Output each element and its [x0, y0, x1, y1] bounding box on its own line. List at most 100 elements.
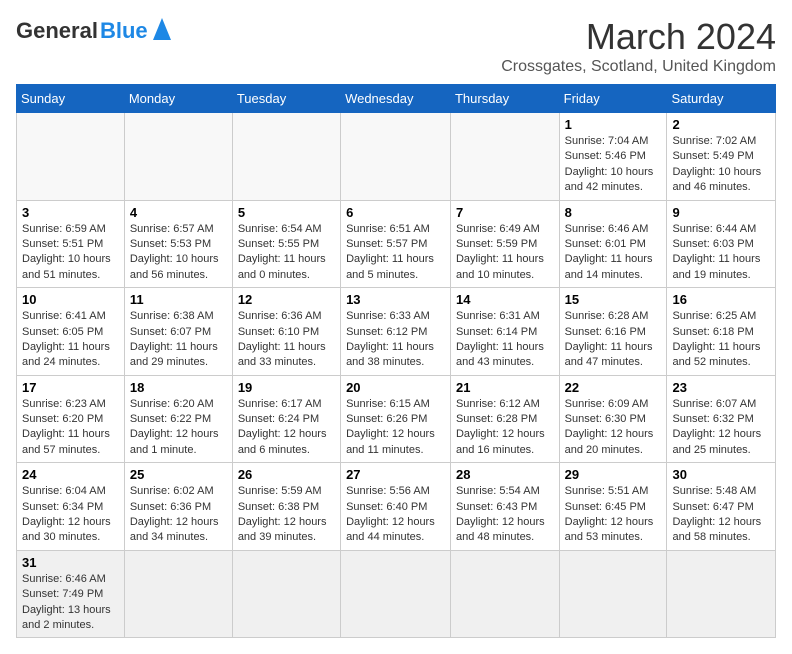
calendar-week-row: 17 Sunrise: 6:23 AM Sunset: 6:20 PM Dayli…	[17, 375, 776, 463]
calendar-cell: 3Sunrise: 6:59 AM Sunset: 5:51 PM Daylig…	[17, 200, 125, 288]
calendar-cell: 6 Sunrise: 6:51 AM Sunset: 5:57 PM Daylig…	[341, 200, 451, 288]
day-number: 29	[565, 467, 662, 482]
calendar-cell: 10Sunrise: 6:41 AM Sunset: 6:05 PM Dayli…	[17, 288, 125, 376]
calendar-cell: 21 Sunrise: 6:12 AM Sunset: 6:28 PM Dayli…	[450, 375, 559, 463]
calendar-cell	[341, 113, 451, 201]
calendar-cell: 28 Sunrise: 5:54 AM Sunset: 6:43 PM Dayli…	[450, 463, 559, 551]
day-number: 18	[130, 380, 227, 395]
day-number: 16	[672, 292, 770, 307]
day-info: Sunrise: 6:44 AM Sunset: 6:03 PM Dayligh…	[672, 222, 770, 284]
logo-blue-text: Blue	[100, 18, 148, 44]
day-info: Sunrise: 6:07 AM Sunset: 6:32 PM Dayligh…	[672, 397, 770, 459]
day-info: Sunrise: 5:51 AM Sunset: 6:45 PM Dayligh…	[565, 484, 662, 546]
day-info: Sunrise: 6:57 AM Sunset: 5:53 PM Dayligh…	[130, 222, 227, 284]
title-area: March 2024 Crossgates, Scotland, United …	[501, 16, 776, 76]
calendar-title: March 2024	[501, 16, 776, 58]
calendar-cell: 12 Sunrise: 6:36 AM Sunset: 6:10 PM Dayli…	[232, 288, 340, 376]
day-info: Sunrise: 6:28 AM Sunset: 6:16 PM Dayligh…	[565, 309, 662, 371]
day-number: 4	[130, 205, 227, 220]
calendar-cell: 22 Sunrise: 6:09 AM Sunset: 6:30 PM Dayli…	[559, 375, 667, 463]
day-info: Sunrise: 6:15 AM Sunset: 6:26 PM Dayligh…	[346, 397, 445, 459]
calendar-cell: 5Sunrise: 6:54 AM Sunset: 5:55 PM Daylig…	[232, 200, 340, 288]
day-info: Sunrise: 7:04 AM Sunset: 5:46 PM Dayligh…	[565, 134, 662, 196]
day-info: Sunrise: 5:48 AM Sunset: 6:47 PM Dayligh…	[672, 484, 770, 546]
calendar-cell: 25 Sunrise: 6:02 AM Sunset: 6:36 PM Dayli…	[124, 463, 232, 551]
calendar-cell: 23Sunrise: 6:07 AM Sunset: 6:32 PM Dayli…	[667, 375, 776, 463]
day-info: Sunrise: 5:54 AM Sunset: 6:43 PM Dayligh…	[456, 484, 554, 546]
day-info: Sunrise: 6:12 AM Sunset: 6:28 PM Dayligh…	[456, 397, 554, 459]
calendar-cell: 15 Sunrise: 6:28 AM Sunset: 6:16 PM Dayli…	[559, 288, 667, 376]
day-info: Sunrise: 6:09 AM Sunset: 6:30 PM Dayligh…	[565, 397, 662, 459]
day-number: 21	[456, 380, 554, 395]
day-number: 6	[346, 205, 445, 220]
header-sunday: Sunday	[17, 85, 125, 113]
day-info: Sunrise: 6:36 AM Sunset: 6:10 PM Dayligh…	[238, 309, 335, 371]
calendar-cell	[341, 550, 451, 638]
calendar-cell	[450, 113, 559, 201]
day-number: 22	[565, 380, 662, 395]
logo-triangle-icon	[153, 18, 171, 45]
day-info: Sunrise: 6:46 AM Sunset: 6:01 PM Dayligh…	[565, 222, 662, 284]
day-info: Sunrise: 6:49 AM Sunset: 5:59 PM Dayligh…	[456, 222, 554, 284]
day-number: 11	[130, 292, 227, 307]
calendar-week-row: 10Sunrise: 6:41 AM Sunset: 6:05 PM Dayli…	[17, 288, 776, 376]
day-info: Sunrise: 6:02 AM Sunset: 6:36 PM Dayligh…	[130, 484, 227, 546]
calendar-cell: 17 Sunrise: 6:23 AM Sunset: 6:20 PM Dayli…	[17, 375, 125, 463]
day-info: Sunrise: 6:46 AM Sunset: 7:49 PM Dayligh…	[22, 572, 119, 634]
calendar-cell	[124, 113, 232, 201]
calendar-cell: 19Sunrise: 6:17 AM Sunset: 6:24 PM Dayli…	[232, 375, 340, 463]
calendar-cell: 26Sunrise: 5:59 AM Sunset: 6:38 PM Dayli…	[232, 463, 340, 551]
day-number: 20	[346, 380, 445, 395]
calendar-cell: 7Sunrise: 6:49 AM Sunset: 5:59 PM Daylig…	[450, 200, 559, 288]
calendar-cell: 8 Sunrise: 6:46 AM Sunset: 6:01 PM Daylig…	[559, 200, 667, 288]
day-number: 28	[456, 467, 554, 482]
day-number: 14	[456, 292, 554, 307]
header-tuesday: Tuesday	[232, 85, 340, 113]
calendar-cell: 9 Sunrise: 6:44 AM Sunset: 6:03 PM Daylig…	[667, 200, 776, 288]
day-info: Sunrise: 6:04 AM Sunset: 6:34 PM Dayligh…	[22, 484, 119, 546]
calendar-cell: 30 Sunrise: 5:48 AM Sunset: 6:47 PM Dayli…	[667, 463, 776, 551]
day-number: 8	[565, 205, 662, 220]
weekday-header-row: Sunday Monday Tuesday Wednesday Thursday…	[17, 85, 776, 113]
calendar-week-row: 1Sunrise: 7:04 AM Sunset: 5:46 PM Daylig…	[17, 113, 776, 201]
calendar-cell	[667, 550, 776, 638]
day-number: 30	[672, 467, 770, 482]
calendar-cell	[124, 550, 232, 638]
day-info: Sunrise: 6:23 AM Sunset: 6:20 PM Dayligh…	[22, 397, 119, 459]
day-number: 10	[22, 292, 119, 307]
calendar-cell	[232, 113, 340, 201]
page-header: General Blue March 2024 Crossgates, Scot…	[16, 16, 776, 76]
calendar-cell	[17, 113, 125, 201]
day-info: Sunrise: 5:56 AM Sunset: 6:40 PM Dayligh…	[346, 484, 445, 546]
day-number: 17	[22, 380, 119, 395]
header-saturday: Saturday	[667, 85, 776, 113]
day-info: Sunrise: 6:51 AM Sunset: 5:57 PM Dayligh…	[346, 222, 445, 284]
calendar-week-row: 3Sunrise: 6:59 AM Sunset: 5:51 PM Daylig…	[17, 200, 776, 288]
day-info: Sunrise: 6:25 AM Sunset: 6:18 PM Dayligh…	[672, 309, 770, 371]
calendar-cell: 14Sunrise: 6:31 AM Sunset: 6:14 PM Dayli…	[450, 288, 559, 376]
day-number: 3	[22, 205, 119, 220]
day-number: 9	[672, 205, 770, 220]
calendar-cell	[559, 550, 667, 638]
logo-general-text: General	[16, 18, 98, 44]
day-number: 5	[238, 205, 335, 220]
calendar-cell: 27 Sunrise: 5:56 AM Sunset: 6:40 PM Dayli…	[341, 463, 451, 551]
header-friday: Friday	[559, 85, 667, 113]
day-number: 12	[238, 292, 335, 307]
day-number: 25	[130, 467, 227, 482]
calendar-cell: 18 Sunrise: 6:20 AM Sunset: 6:22 PM Dayli…	[124, 375, 232, 463]
calendar-cell: 31Sunrise: 6:46 AM Sunset: 7:49 PM Dayli…	[17, 550, 125, 638]
day-number: 26	[238, 467, 335, 482]
calendar-cell: 11Sunrise: 6:38 AM Sunset: 6:07 PM Dayli…	[124, 288, 232, 376]
day-number: 27	[346, 467, 445, 482]
header-thursday: Thursday	[450, 85, 559, 113]
calendar-cell: 13Sunrise: 6:33 AM Sunset: 6:12 PM Dayli…	[341, 288, 451, 376]
calendar-table: Sunday Monday Tuesday Wednesday Thursday…	[16, 84, 776, 638]
day-number: 15	[565, 292, 662, 307]
calendar-cell: 24Sunrise: 6:04 AM Sunset: 6:34 PM Dayli…	[17, 463, 125, 551]
calendar-cell: 20 Sunrise: 6:15 AM Sunset: 6:26 PM Dayli…	[341, 375, 451, 463]
calendar-week-row: 31Sunrise: 6:46 AM Sunset: 7:49 PM Dayli…	[17, 550, 776, 638]
day-number: 13	[346, 292, 445, 307]
day-info: Sunrise: 7:02 AM Sunset: 5:49 PM Dayligh…	[672, 134, 770, 196]
day-info: Sunrise: 6:20 AM Sunset: 6:22 PM Dayligh…	[130, 397, 227, 459]
